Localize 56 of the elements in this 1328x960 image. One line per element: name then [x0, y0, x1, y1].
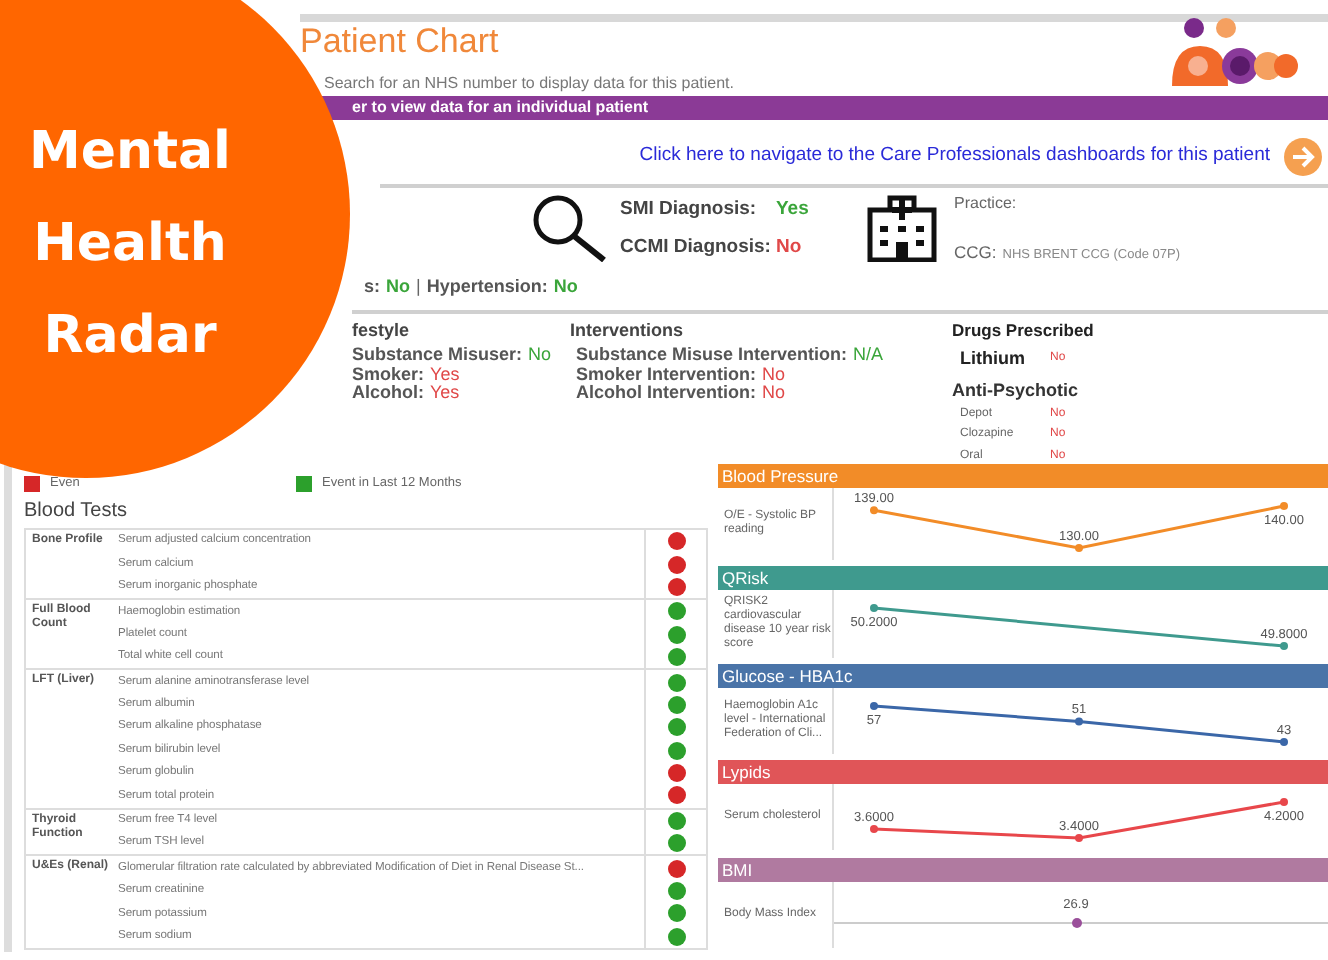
section-heading: Interventions — [570, 320, 686, 342]
practice-label: Practice: — [954, 194, 1019, 214]
status-label: Smoker: — [352, 365, 425, 384]
diagnosis-label: SMI Diagnosis: — [620, 198, 759, 220]
condition-label: Hypertension: — [426, 274, 548, 301]
diagnosis-label: CCMI Diagnosis: — [620, 236, 773, 258]
logo-icon — [1168, 18, 1300, 86]
hospital-icon — [866, 194, 938, 262]
condition-value: No — [553, 274, 578, 301]
data-point — [870, 825, 878, 833]
status-label: Alcohol: — [352, 384, 424, 403]
page-title: Patient Chart — [300, 22, 501, 62]
status-value: No — [762, 384, 786, 403]
status-value: No — [528, 346, 552, 365]
status-value: N/A — [853, 346, 884, 365]
status-label: Substance Misuser: — [352, 346, 523, 365]
data-point — [1075, 834, 1083, 842]
status-label: Substance Misuse Intervention: — [576, 346, 848, 365]
badge-text: Mental — [29, 120, 231, 186]
page-subtitle: Search for an NHS number to display data for this patient. — [322, 74, 734, 94]
status-value: No — [762, 365, 786, 384]
chart-header: QRisk — [718, 566, 1328, 590]
badge-text: Radar — [43, 304, 217, 370]
chart-header: Blood Pressure — [718, 464, 1328, 488]
drug-label: Lithium — [960, 346, 1027, 372]
search-icon — [530, 194, 610, 262]
data-point — [870, 702, 878, 710]
data-point — [1075, 717, 1083, 726]
section-heading: Blood Tests — [24, 500, 130, 524]
condition-label: s: — [364, 274, 381, 301]
condition-value: No — [386, 274, 411, 301]
data-point — [1280, 642, 1288, 650]
chart-header: Glucose - HBA1c — [718, 664, 1328, 688]
data-point — [1280, 738, 1288, 746]
dashboards-link[interactable]: Click here to navigate to the Care Professionals dashboards for this patient — [639, 141, 1270, 171]
data-point — [1280, 798, 1288, 806]
section-heading: Anti-Psychotic — [952, 379, 1081, 401]
status-value: Yes — [430, 384, 460, 403]
section-heading: festyle — [352, 320, 412, 342]
section-heading: Drugs Prescribed — [952, 320, 1094, 342]
data-point — [1072, 918, 1082, 928]
arrow-right-icon — [1284, 137, 1322, 175]
diagnosis-value: No — [776, 236, 802, 258]
status-label: Smoker Intervention: — [576, 365, 757, 384]
data-point — [870, 506, 878, 515]
data-point — [870, 604, 878, 612]
chart-header: Lypids — [718, 760, 1328, 784]
data-point — [1075, 544, 1083, 552]
status-value: Yes — [430, 365, 460, 384]
separator: | — [416, 274, 421, 301]
chart-header: BMI — [718, 858, 1328, 882]
status-label: Alcohol Intervention: — [576, 384, 756, 403]
diagnosis-value: Yes — [776, 198, 809, 220]
ccg-label: CCG: — [954, 240, 997, 266]
data-point — [1280, 502, 1288, 510]
badge-text: Health — [33, 212, 227, 278]
